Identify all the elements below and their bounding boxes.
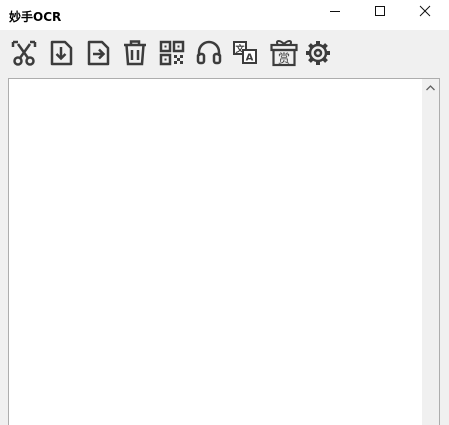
file-download-icon	[50, 40, 73, 66]
translate-button[interactable]: 文 A	[231, 37, 261, 69]
vertical-scrollbar[interactable]	[422, 79, 439, 425]
reward-button[interactable]: 赏	[269, 37, 299, 69]
maximize-button[interactable]	[358, 0, 402, 22]
toolbar: 文 A 赏	[0, 31, 449, 77]
reward-label: 赏	[278, 52, 290, 66]
scissors-icon	[11, 40, 37, 66]
gear-icon	[306, 41, 330, 65]
qrcode-icon	[159, 40, 185, 66]
result-text-area[interactable]	[8, 78, 440, 425]
maximize-icon	[375, 6, 385, 16]
chevron-up-icon	[426, 84, 435, 90]
clear-button[interactable]	[120, 37, 150, 69]
file-export-icon	[87, 40, 110, 66]
trash-icon	[124, 40, 146, 66]
close-button[interactable]	[403, 0, 447, 22]
screenshot-button[interactable]	[9, 37, 39, 69]
export-button[interactable]	[83, 37, 113, 69]
headset-icon	[196, 40, 222, 65]
gift-icon: 赏	[270, 40, 298, 67]
minimize-button[interactable]	[313, 0, 357, 22]
minimize-icon	[330, 11, 340, 12]
support-button[interactable]	[194, 37, 224, 69]
scroll-up-button[interactable]	[422, 79, 439, 96]
svg-text:A: A	[246, 53, 254, 64]
translate-icon: 文 A	[233, 41, 257, 64]
open-file-button[interactable]	[46, 37, 76, 69]
app-window: 妙手OCR 文 A 赏	[0, 0, 449, 425]
close-icon	[419, 5, 431, 17]
title-bar: 妙手OCR	[0, 0, 449, 30]
window-title: 妙手OCR	[9, 10, 62, 24]
settings-button[interactable]	[303, 37, 333, 69]
qrcode-button[interactable]	[157, 37, 187, 69]
